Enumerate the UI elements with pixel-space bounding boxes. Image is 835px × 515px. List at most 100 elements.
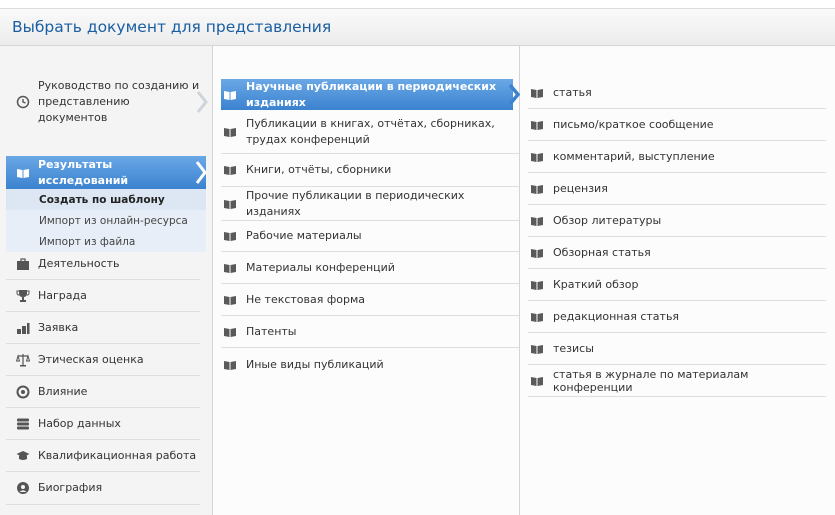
book-icon bbox=[531, 152, 543, 162]
category-application[interactable]: Заявка bbox=[6, 312, 200, 344]
type-other-periodical[interactable]: Прочие публикации в периодических издани… bbox=[221, 187, 519, 221]
subtype-letter[interactable]: письмо/краткое сообщение bbox=[528, 109, 826, 141]
category-biography[interactable]: Биография bbox=[6, 472, 200, 505]
category-activity[interactable]: Деятельность bbox=[6, 249, 200, 280]
sub-create-template[interactable]: Создать по шаблону bbox=[6, 189, 206, 210]
subtype-comment-label: комментарий, выступление bbox=[553, 150, 715, 163]
type-other-publications[interactable]: Иные виды публикаций bbox=[221, 348, 519, 381]
graduation-cap-icon bbox=[16, 450, 30, 460]
category-results[interactable]: Результаты исследований bbox=[6, 156, 207, 189]
type-books-proceedings-label: Публикации в книгах, отчётах, сборниках,… bbox=[246, 116, 495, 146]
subtype-conference-journal-article-label: статья в журнале по материалам конференц… bbox=[553, 367, 749, 394]
publication-type-column: Научные публикации в периодических издан… bbox=[213, 46, 521, 515]
type-books-reports-label: Книги, отчёты, сборники bbox=[246, 163, 392, 176]
subtype-literature-review-label: Обзор литературы bbox=[553, 214, 662, 227]
type-non-text-label: Не текстовая форма bbox=[246, 292, 366, 306]
target-icon bbox=[16, 385, 30, 398]
chevron-right-icon bbox=[508, 83, 521, 106]
coins-icon bbox=[17, 322, 30, 334]
clock-icon bbox=[16, 95, 30, 109]
guide-label: Руководство по созданию и представлению … bbox=[38, 79, 200, 124]
guide-item[interactable]: Руководство по созданию и представлению … bbox=[6, 79, 208, 124]
book-icon bbox=[531, 248, 543, 258]
subtype-review-article[interactable]: Обзорная статья bbox=[528, 237, 826, 269]
book-icon bbox=[224, 127, 236, 137]
subtype-editorial-label: редакционная статья bbox=[553, 310, 680, 323]
category-ethics-label: Этическая оценка bbox=[38, 352, 144, 366]
category-application-label: Заявка bbox=[38, 320, 79, 334]
book-icon bbox=[531, 312, 543, 322]
book-icon bbox=[224, 90, 236, 100]
type-other-publications-label: Иные виды публикаций bbox=[246, 357, 384, 371]
sub-import-online[interactable]: Импорт из онлайн-ресурса bbox=[6, 210, 206, 231]
type-non-text[interactable]: Не текстовая форма bbox=[221, 284, 519, 316]
book-icon bbox=[531, 376, 543, 386]
subtype-comment[interactable]: комментарий, выступление bbox=[528, 141, 826, 173]
subtype-column: статья письмо/краткое сообщение коммента… bbox=[520, 46, 835, 515]
subtype-review-label: рецензия bbox=[553, 182, 608, 195]
chevron-right-icon bbox=[196, 91, 208, 113]
book-icon bbox=[531, 216, 543, 226]
subtype-short-review-label: Краткий обзор bbox=[553, 278, 639, 291]
trophy-icon bbox=[16, 289, 30, 302]
category-activity-label: Деятельность bbox=[38, 257, 120, 270]
subtype-abstracts[interactable]: тезисы bbox=[528, 333, 826, 365]
category-thesis-label: Квалификационная работа bbox=[38, 448, 197, 462]
type-books-proceedings[interactable]: Публикации в книгах, отчётах, сборниках,… bbox=[221, 110, 519, 154]
subtype-review[interactable]: рецензия bbox=[528, 173, 826, 205]
book-icon bbox=[224, 360, 236, 370]
category-biography-label: Биография bbox=[38, 481, 103, 494]
subtype-abstracts-label: тезисы bbox=[553, 342, 594, 355]
category-results-label: Результаты исследований bbox=[38, 157, 129, 187]
book-icon bbox=[531, 344, 543, 354]
type-other-periodical-label: Прочие публикации в периодических издани… bbox=[246, 188, 465, 218]
subtype-article-label: статья bbox=[553, 86, 592, 99]
category-thesis[interactable]: Квалификационная работа bbox=[6, 440, 200, 472]
sub-import-file-label: Импорт из файла bbox=[39, 235, 136, 248]
briefcase-icon bbox=[17, 258, 29, 270]
type-conference-materials[interactable]: Материалы конференций bbox=[221, 252, 519, 284]
book-icon bbox=[224, 295, 236, 305]
chevron-right-icon bbox=[195, 161, 207, 184]
type-periodical-scientific-label: Научные публикации в периодических издан… bbox=[246, 79, 497, 109]
book-icon bbox=[531, 120, 543, 130]
book-icon bbox=[224, 327, 236, 337]
subtype-editorial[interactable]: редакционная статья bbox=[528, 301, 826, 333]
book-icon bbox=[531, 88, 543, 98]
subtype-literature-review[interactable]: Обзор литературы bbox=[528, 205, 826, 237]
category-award-label: Награда bbox=[38, 288, 87, 302]
category-dataset-label: Набор данных bbox=[38, 416, 121, 430]
top-bar bbox=[0, 0, 835, 9]
type-periodical-scientific[interactable]: Научные публикации в периодических издан… bbox=[221, 79, 521, 110]
category-impact[interactable]: Влияние bbox=[6, 376, 200, 408]
category-column: Руководство по созданию и представлению … bbox=[0, 46, 213, 515]
subtype-conference-journal-article[interactable]: статья в журнале по материалам конференц… bbox=[528, 365, 826, 397]
sub-import-online-label: Импорт из онлайн-ресурса bbox=[39, 214, 188, 227]
book-icon bbox=[17, 168, 29, 178]
page-title: Выбрать документ для представления bbox=[12, 18, 332, 36]
category-impact-label: Влияние bbox=[38, 384, 88, 398]
type-patents[interactable]: Патенты bbox=[221, 316, 519, 348]
book-icon bbox=[531, 184, 543, 194]
book-icon bbox=[224, 232, 236, 241]
book-icon bbox=[224, 199, 236, 209]
scales-icon bbox=[16, 353, 30, 366]
subtype-article[interactable]: статья bbox=[528, 77, 826, 109]
biography-icon bbox=[17, 482, 29, 494]
type-books-reports[interactable]: Книги, отчёты, сборники bbox=[221, 154, 519, 187]
database-icon bbox=[17, 418, 29, 429]
type-patents-label: Патенты bbox=[246, 324, 297, 338]
book-icon bbox=[224, 166, 236, 175]
category-ethics[interactable]: Этическая оценка bbox=[6, 344, 200, 376]
type-conference-materials-label: Материалы конференций bbox=[246, 260, 395, 274]
book-icon bbox=[531, 280, 543, 290]
sub-create-template-label: Создать по шаблону bbox=[39, 193, 165, 206]
type-working-papers-label: Рабочие материалы bbox=[246, 229, 362, 242]
subtype-short-review[interactable]: Краткий обзор bbox=[528, 269, 826, 301]
category-award[interactable]: Награда bbox=[6, 280, 200, 312]
type-working-papers[interactable]: Рабочие материалы bbox=[221, 221, 519, 252]
dialog-header: Выбрать документ для представления bbox=[0, 9, 835, 46]
subtype-review-article-label: Обзорная статья bbox=[553, 246, 651, 259]
book-icon bbox=[224, 263, 236, 273]
category-dataset[interactable]: Набор данных bbox=[6, 408, 200, 440]
